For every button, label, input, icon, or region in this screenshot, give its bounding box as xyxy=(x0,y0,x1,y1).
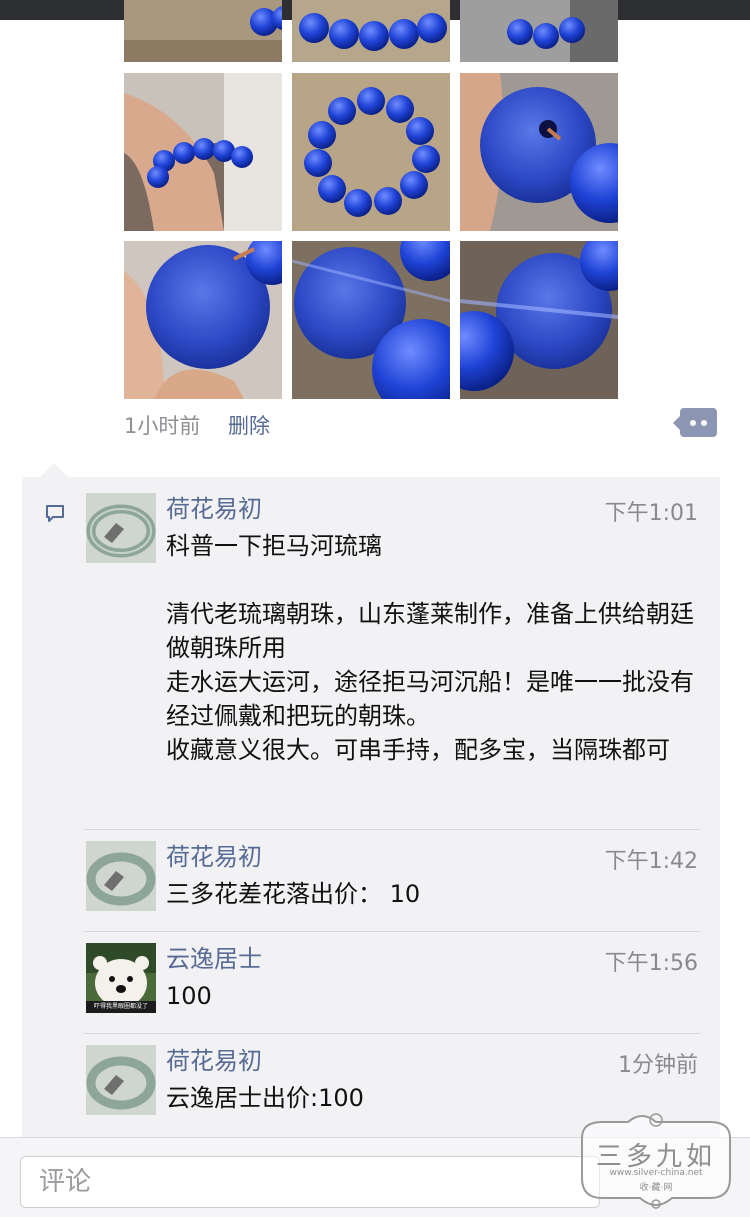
comment-item: 荷花易初 下午1:01 科普一下拒马河琉璃 清代老琉璃朝珠，山东蓬莱制作，准备上… xyxy=(84,493,700,823)
avatar[interactable] xyxy=(86,841,156,911)
comment-input[interactable] xyxy=(21,1157,599,1207)
comment-item: 荷花易初 下午1:42 三多花差花落出价： 10 xyxy=(84,841,700,921)
photo-thumbnail[interactable] xyxy=(124,73,282,231)
comment-field[interactable] xyxy=(20,1156,600,1208)
avatar[interactable] xyxy=(86,1045,156,1115)
photo-thumbnail[interactable] xyxy=(460,73,618,231)
comment-like-menu-button[interactable] xyxy=(673,408,717,437)
dot-icon xyxy=(701,420,707,426)
comment-bubble-icon xyxy=(46,505,64,522)
comment-author[interactable]: 荷花易初 xyxy=(166,837,262,872)
delete-link[interactable]: 删除 xyxy=(228,410,270,440)
comment-time: 下午1:01 xyxy=(604,501,698,526)
comment-time: 1分钟前 xyxy=(618,1053,698,1078)
divider xyxy=(84,829,700,830)
comment-line xyxy=(166,563,700,597)
avatar[interactable] xyxy=(86,493,156,563)
photo-grid xyxy=(124,0,618,400)
dot-icon xyxy=(690,420,696,426)
divider xyxy=(84,931,700,932)
photo-thumbnail[interactable] xyxy=(292,241,450,399)
watermark-logo: 三多九如 www.silver-china.net 收·藏·网 xyxy=(562,1108,750,1216)
comment-text: 三多花差花落出价： 10 xyxy=(166,880,421,908)
photo-thumbnail[interactable] xyxy=(292,0,450,62)
comment-line: 收藏意义很大。可串手持，配多宝，当隔珠都可 xyxy=(166,736,670,764)
comment-line: 走水运大运河，途径拒马河沉船！是唯一一批没有经过佩戴和把玩的朝珠。 xyxy=(166,668,694,730)
watermark-url: www.silver-china.net xyxy=(609,1168,703,1178)
comment-text: 科普一下拒马河琉璃 清代老琉璃朝珠，山东蓬莱制作，准备上供给朝廷做朝珠所用 走水… xyxy=(166,529,700,767)
comment-text: 100 xyxy=(166,982,212,1010)
comment-line: 科普一下拒马河琉璃 xyxy=(166,532,382,560)
comment-author[interactable]: 荷花易初 xyxy=(166,489,262,524)
comment-author[interactable]: 荷花易初 xyxy=(166,1041,262,1076)
photo-thumbnail[interactable] xyxy=(124,0,282,62)
post-time: 1小时前 xyxy=(124,414,201,438)
photo-thumbnail[interactable] xyxy=(124,241,282,399)
comment-author[interactable]: 云逸居士 xyxy=(166,939,262,974)
comment-time: 下午1:56 xyxy=(604,951,698,976)
comment-item: 吓得我黑眼圈都没了 云逸居士 下午1:56 100 xyxy=(84,943,700,1023)
watermark-sub: 收·藏·网 xyxy=(639,1183,673,1193)
avatar-caption: 吓得我黑眼圈都没了 xyxy=(93,1003,148,1010)
photo-thumbnail[interactable] xyxy=(460,0,618,62)
photo-thumbnail[interactable] xyxy=(460,241,618,399)
comment-line: 清代老琉璃朝珠，山东蓬莱制作，准备上供给朝廷做朝珠所用 xyxy=(166,600,694,662)
photo-thumbnail[interactable] xyxy=(292,73,450,231)
divider xyxy=(84,1033,700,1034)
comment-time: 下午1:42 xyxy=(604,849,698,874)
post-meta: 1小时前 删除 xyxy=(124,406,724,444)
avatar[interactable]: 吓得我黑眼圈都没了 xyxy=(86,943,156,1013)
panel-pointer xyxy=(40,463,68,477)
